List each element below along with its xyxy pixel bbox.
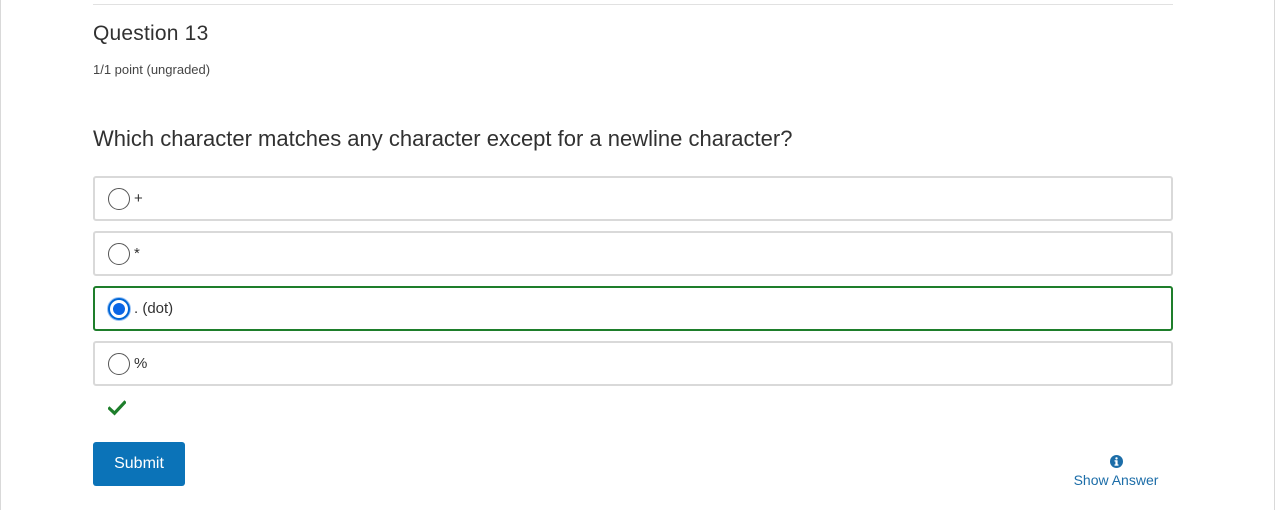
option-asterisk[interactable]: * [93,231,1173,276]
option-label: + [134,190,143,207]
question-points: 1/1 point (ungraded) [93,62,211,77]
info-icon [1109,455,1123,468]
option-label: % [134,355,148,372]
option-plus[interactable]: + [93,176,1173,221]
radio-button[interactable] [108,352,130,375]
option-label: * [134,245,140,262]
option-percent[interactable]: % [93,341,1173,386]
radio-button[interactable] [108,297,130,320]
show-answer-button[interactable]: Show Answer [1065,455,1167,488]
option-dot[interactable]: . (dot) [93,286,1173,331]
question-prompt: Which character matches any character ex… [93,126,793,151]
submit-button[interactable]: Submit [93,442,185,486]
radio-button[interactable] [108,242,130,265]
checkmark-icon [108,400,126,416]
top-divider [93,4,1173,5]
answer-options: + * . (dot) % [93,176,1173,396]
show-answer-label: Show Answer [1073,472,1159,488]
question-title: Question 13 [93,22,209,45]
option-label: . (dot) [134,300,174,317]
problem-page: Question 13 1/1 point (ungraded) Which c… [0,0,1275,510]
radio-button[interactable] [108,187,130,210]
